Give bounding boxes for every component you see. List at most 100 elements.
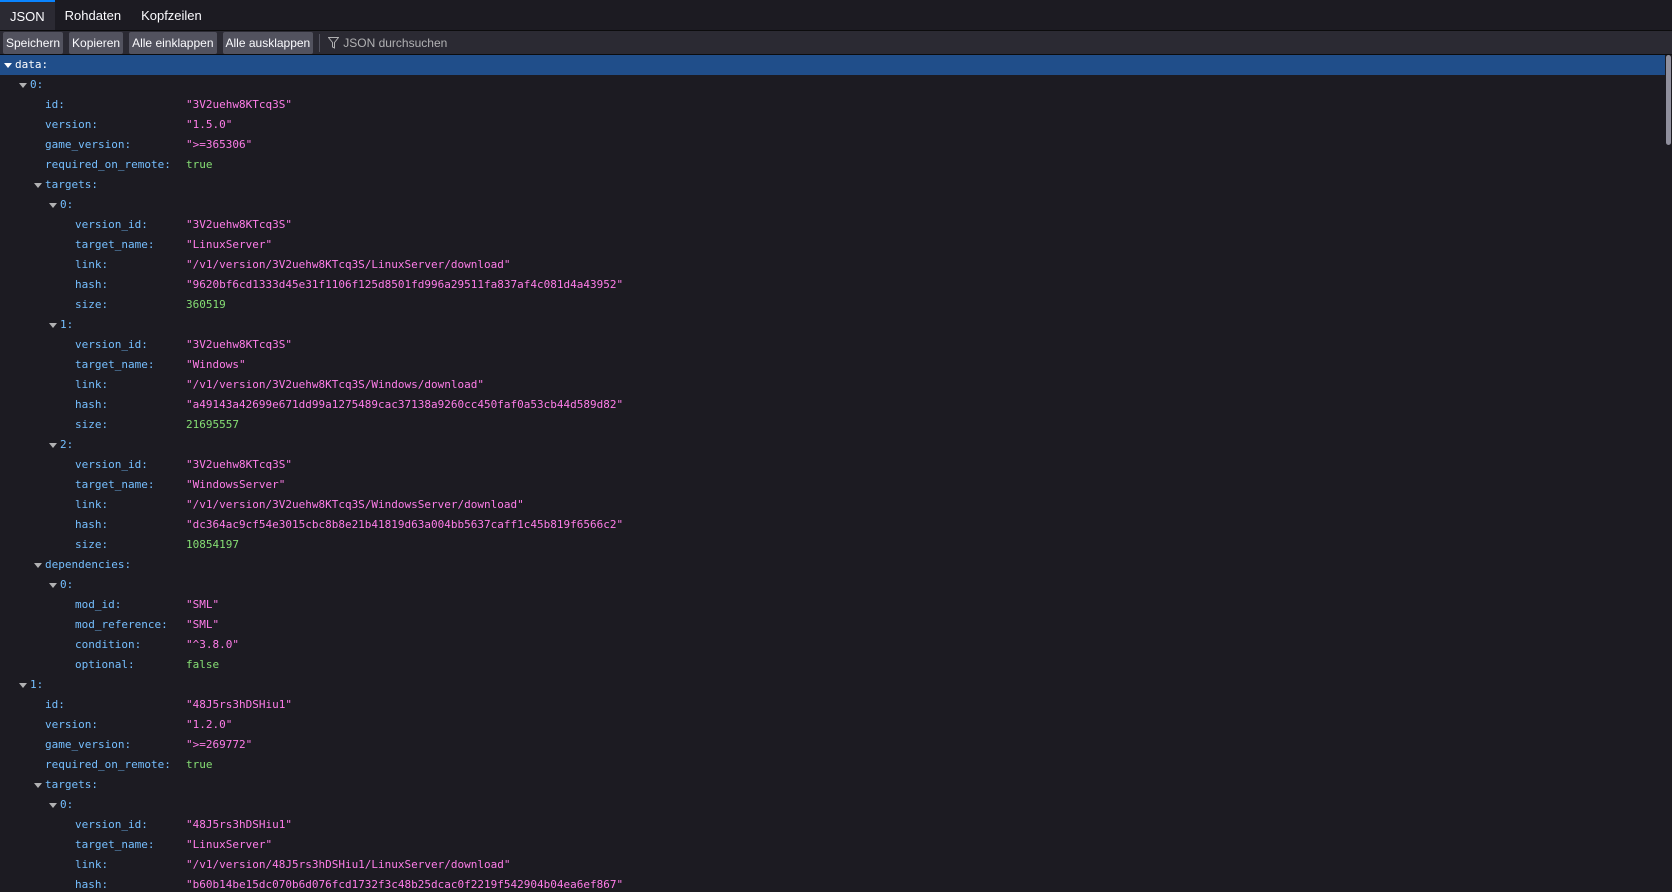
tree-row[interactable]: hash: "a49143a42699e671dd99a1275489cac371… bbox=[0, 395, 1665, 415]
expand-toggle-icon[interactable] bbox=[18, 675, 28, 695]
tree-key: target_name: bbox=[75, 838, 155, 851]
collapse-all-button[interactable]: Alle einklappen bbox=[129, 31, 217, 54]
tab-json[interactable]: JSON bbox=[0, 0, 55, 30]
tree-row[interactable]: 1: bbox=[0, 315, 1665, 335]
tree-row[interactable]: 0: bbox=[0, 575, 1665, 595]
tree-key: mod_id: bbox=[75, 598, 122, 611]
tree-value: "/v1/version/3V2uehw8KTcq3S/Windows/down… bbox=[186, 378, 485, 391]
tree-row[interactable]: optional: false bbox=[0, 655, 1665, 675]
tree-value: "dc364ac9cf54e3015cbc8b8e21b41819d63a004… bbox=[186, 518, 624, 531]
tree-value: true bbox=[186, 758, 213, 771]
tree-value: "a49143a42699e671dd99a1275489cac37138a92… bbox=[186, 398, 624, 411]
tree-row[interactable]: 0: bbox=[0, 75, 1665, 95]
tree-row[interactable]: hash: "9620bf6cd1333d45e31f1106f125d8501f… bbox=[0, 275, 1665, 295]
scrollbar-thumb[interactable] bbox=[1666, 55, 1671, 145]
tree-key: target_name: bbox=[75, 478, 155, 491]
expand-toggle-icon[interactable] bbox=[48, 195, 58, 215]
expand-toggle-icon[interactable] bbox=[33, 175, 43, 195]
expand-toggle-icon[interactable] bbox=[48, 795, 58, 815]
tree-key: link: bbox=[75, 378, 109, 391]
tree-row[interactable]: 0: bbox=[0, 795, 1665, 815]
tree-key: version: bbox=[45, 718, 98, 731]
tree-key: required_on_remote: bbox=[45, 758, 171, 771]
tree-key: 0: bbox=[60, 198, 74, 211]
expand-toggle-icon[interactable] bbox=[48, 575, 58, 595]
tree-row[interactable]: link: "/v1/version/3V2uehw8KTcq3S/LinuxSe… bbox=[0, 255, 1665, 275]
tab-headers[interactable]: Kopfzeilen bbox=[131, 0, 212, 30]
tree-row[interactable]: required_on_remote: true bbox=[0, 755, 1665, 775]
tree-key: 1: bbox=[60, 318, 74, 331]
tree-value: "Windows" bbox=[186, 358, 246, 371]
tree-key: size: bbox=[75, 418, 109, 431]
tree-value: "3V2uehw8KTcq3S" bbox=[186, 458, 292, 471]
expand-toggle-icon[interactable] bbox=[18, 75, 28, 95]
tree-value: "/v1/version/3V2uehw8KTcq3S/LinuxServer/… bbox=[186, 258, 511, 271]
tree-value: "3V2uehw8KTcq3S" bbox=[186, 338, 292, 351]
tree-row[interactable]: version_id: "3V2uehw8KTcq3S" bbox=[0, 455, 1665, 475]
tree-row[interactable]: size: 360519 bbox=[0, 295, 1665, 315]
tree-row[interactable]: game_version: ">=269772" bbox=[0, 735, 1665, 755]
expand-toggle-icon[interactable] bbox=[48, 435, 58, 455]
save-button[interactable]: Speichern bbox=[3, 31, 64, 54]
tree-row[interactable]: id: "48J5rs3hDSHiu1" bbox=[0, 695, 1665, 715]
tree-row[interactable]: id: "3V2uehw8KTcq3S" bbox=[0, 95, 1665, 115]
tree-row[interactable]: target_name: "WindowsServer" bbox=[0, 475, 1665, 495]
tree-row[interactable]: version_id: "3V2uehw8KTcq3S" bbox=[0, 215, 1665, 235]
tree-key: 0: bbox=[60, 798, 74, 811]
tree-row[interactable]: target_name: "LinuxServer" bbox=[0, 235, 1665, 255]
tree-key: 1: bbox=[30, 678, 44, 691]
tree-row[interactable]: link: "/v1/version/3V2uehw8KTcq3S/Windows… bbox=[0, 375, 1665, 395]
tree-key: data: bbox=[15, 58, 49, 71]
copy-button[interactable]: Kopieren bbox=[69, 31, 124, 54]
tree-row[interactable]: version: "1.5.0" bbox=[0, 115, 1665, 135]
tree-row-data[interactable]: data: bbox=[0, 55, 1665, 75]
tree-row[interactable]: 2: bbox=[0, 435, 1665, 455]
tree-key: link: bbox=[75, 258, 109, 271]
expand-toggle-icon[interactable] bbox=[48, 315, 58, 335]
expand-all-button[interactable]: Alle ausklappen bbox=[222, 31, 314, 54]
filter-input[interactable]: JSON durchsuchen bbox=[324, 32, 628, 54]
json-toolbar: Speichern Kopieren Alle einklappen Alle … bbox=[0, 31, 1672, 55]
tree-row[interactable]: version_id: "3V2uehw8KTcq3S" bbox=[0, 335, 1665, 355]
tree-key: version_id: bbox=[75, 218, 148, 231]
expand-toggle-icon[interactable] bbox=[3, 55, 13, 75]
tree-row[interactable]: size: 21695557 bbox=[0, 415, 1665, 435]
json-tree: data: 0: id: "3V2uehw8KTcq3S" version: "1.5.0… bbox=[0, 55, 1665, 892]
tree-value: "SML" bbox=[186, 598, 220, 611]
tree-row[interactable]: condition: "^3.8.0" bbox=[0, 635, 1665, 655]
tree-row[interactable]: hash: "dc364ac9cf54e3015cbc8b8e21b41819d6… bbox=[0, 515, 1665, 535]
tree-key: version_id: bbox=[75, 338, 148, 351]
tree-row[interactable]: size: 10854197 bbox=[0, 535, 1665, 555]
tree-row[interactable]: mod_reference: "SML" bbox=[0, 615, 1665, 635]
tree-value: ">=269772" bbox=[186, 738, 253, 751]
tree-value: "^3.8.0" bbox=[186, 638, 239, 651]
tree-row[interactable]: required_on_remote: true bbox=[0, 155, 1665, 175]
tree-row[interactable]: targets: bbox=[0, 775, 1665, 795]
tree-row[interactable]: target_name: "LinuxServer" bbox=[0, 835, 1665, 855]
tree-key: mod_reference: bbox=[75, 618, 168, 631]
tree-key: link: bbox=[75, 858, 109, 871]
tree-value: "LinuxServer" bbox=[186, 838, 273, 851]
tree-row[interactable]: link: "/v1/version/3V2uehw8KTcq3S/Windows… bbox=[0, 495, 1665, 515]
tree-row[interactable]: mod_id: "SML" bbox=[0, 595, 1665, 615]
expand-toggle-icon[interactable] bbox=[33, 775, 43, 795]
tree-row[interactable]: targets: bbox=[0, 175, 1665, 195]
tree-key: target_name: bbox=[75, 358, 155, 371]
tree-key: version_id: bbox=[75, 818, 148, 831]
tab-raw-data[interactable]: Rohdaten bbox=[55, 0, 131, 30]
tree-value: "48J5rs3hDSHiu1" bbox=[186, 818, 292, 831]
tree-key: hash: bbox=[75, 278, 109, 291]
vertical-scrollbar[interactable] bbox=[1665, 55, 1672, 892]
tree-value: "1.2.0" bbox=[186, 718, 233, 731]
tree-row[interactable]: hash: "b60b14be15dc070b6d076fcd1732f3c48b… bbox=[0, 875, 1665, 892]
tree-row[interactable]: version_id: "48J5rs3hDSHiu1" bbox=[0, 815, 1665, 835]
expand-toggle-icon[interactable] bbox=[33, 555, 43, 575]
tree-row[interactable]: game_version: ">=365306" bbox=[0, 135, 1665, 155]
tree-row[interactable]: target_name: "Windows" bbox=[0, 355, 1665, 375]
tree-row[interactable]: 0: bbox=[0, 195, 1665, 215]
tree-row[interactable]: version: "1.2.0" bbox=[0, 715, 1665, 735]
tree-key: targets: bbox=[45, 778, 98, 791]
tree-row[interactable]: link: "/v1/version/48J5rs3hDSHiu1/LinuxSe… bbox=[0, 855, 1665, 875]
tree-row[interactable]: dependencies: bbox=[0, 555, 1665, 575]
tree-row[interactable]: 1: bbox=[0, 675, 1665, 695]
